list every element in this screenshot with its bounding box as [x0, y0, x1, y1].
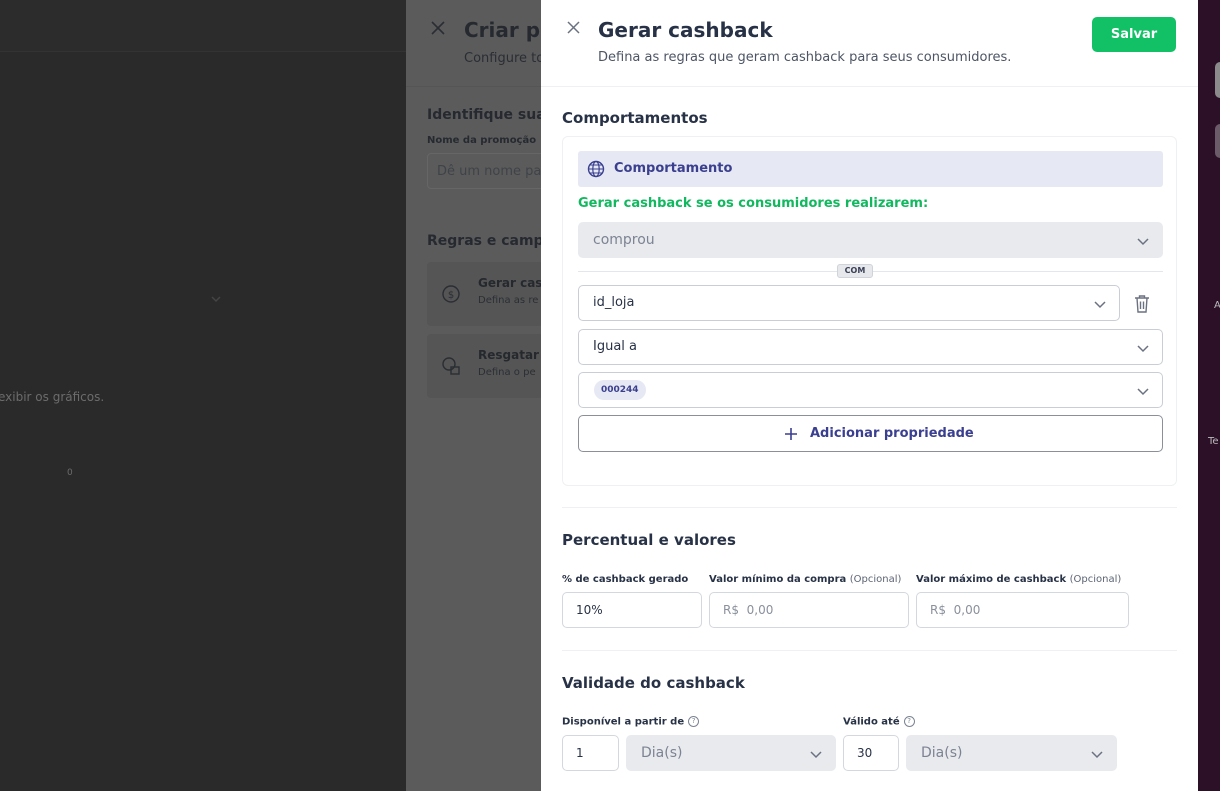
side-panel-text: A [1214, 300, 1220, 311]
max-value-placeholder: 0,00 [953, 603, 981, 617]
property-select-value: id_loja [593, 295, 635, 310]
event-select[interactable]: comprou [578, 222, 1163, 258]
chevron-down-icon [1137, 345, 1149, 353]
section-title-rules: Regras e campa [427, 233, 554, 249]
generate-cashback-drawer: Gerar cashback Defina as regras que gera… [541, 0, 1198, 791]
behavior-header: Comportamento [578, 151, 1163, 187]
valid-until-label: Válido até? [843, 716, 915, 728]
optional-text: (Opcional) [849, 574, 902, 585]
behavior-card: Comportamento Gerar cashback se os consu… [562, 136, 1177, 486]
add-property-button[interactable]: Adicionar propriedade [578, 415, 1163, 452]
valid-until-unit-select[interactable]: Dia(s) [906, 735, 1117, 771]
side-panel-block [1215, 62, 1220, 98]
operator-select[interactable]: Igual a [578, 329, 1163, 365]
section-title-values: Percentual e valores [562, 531, 736, 549]
coins-icon [442, 357, 460, 375]
percent-input[interactable]: 10% [562, 592, 702, 628]
rule-card-title: Resgatar c [478, 348, 551, 362]
optional-text: (Opcional) [1069, 574, 1122, 585]
drawer-subtitle: Configure to [464, 51, 545, 66]
value-tag[interactable]: 000244 [594, 380, 646, 400]
side-panel-block [1215, 124, 1220, 158]
min-value-label-text: Valor mínimo da compra [709, 574, 847, 585]
trigger-label: Gerar cashback se os consumidores realiz… [578, 196, 929, 211]
max-value-label: Valor máximo de cashback (Opcional) [916, 574, 1121, 585]
trash-icon[interactable] [1133, 294, 1151, 314]
rule-card-desc: Defina o pe [478, 367, 536, 378]
chevron-down-icon [1137, 388, 1149, 396]
valid-until-unit-value: Dia(s) [921, 745, 963, 761]
chart-message: exibir os gráficos. [0, 390, 105, 404]
valid-until-label-text: Válido até [843, 716, 900, 728]
operator-select-value: Igual a [593, 339, 638, 354]
drawer-subtitle: Defina as regras que geram cashback para… [598, 50, 1012, 65]
behavior-title: Comportamento [614, 161, 733, 176]
property-select[interactable]: id_loja [578, 285, 1120, 321]
promotion-name-label: Nome da promoção [427, 135, 537, 146]
available-from-unit-value: Dia(s) [641, 745, 683, 761]
background-app: exibir os gráficos. 0 [0, 0, 406, 791]
globe-icon [587, 160, 605, 178]
right-side-panel: A Te [1198, 0, 1220, 791]
chevron-down-icon [810, 751, 822, 759]
min-value-input[interactable]: R$ 0,00 [709, 592, 909, 628]
background-topbar [0, 0, 406, 52]
chevron-down-icon [1091, 751, 1103, 759]
currency-prefix: R$ [723, 603, 739, 617]
help-icon[interactable]: ? [688, 716, 700, 727]
available-from-input[interactable]: 1 [562, 735, 619, 771]
section-title-behaviors: Comportamentos [562, 109, 708, 127]
available-from-unit-select[interactable]: Dia(s) [626, 735, 836, 771]
rule-card-title: Gerar cas [478, 276, 543, 290]
min-value-placeholder: 0,00 [746, 603, 774, 617]
chevron-down-icon [211, 296, 221, 303]
available-from-label-text: Disponível a partir de [562, 716, 685, 728]
save-button[interactable]: Salvar [1092, 17, 1176, 52]
percent-label: % de cashback gerado [562, 574, 689, 585]
svg-text:$: $ [448, 290, 454, 301]
side-panel-text: Te [1208, 436, 1219, 447]
value-select[interactable]: 000244 [578, 372, 1163, 408]
chart-zero-label: 0 [67, 468, 73, 478]
add-property-label: Adicionar propriedade [810, 426, 974, 441]
available-from-label: Disponível a partir de? [562, 716, 700, 728]
close-icon[interactable] [430, 20, 446, 36]
help-icon[interactable]: ? [903, 716, 915, 727]
valid-until-input[interactable]: 30 [843, 735, 899, 771]
max-value-input[interactable]: R$ 0,00 [916, 592, 1129, 628]
section-title-validity: Validade do cashback [562, 674, 745, 692]
dollar-circle-icon: $ [442, 285, 460, 303]
plus-icon [785, 428, 797, 440]
divider [541, 86, 1198, 87]
chevron-down-icon [1094, 301, 1106, 309]
connector-badge: COM [837, 264, 873, 278]
event-select-value: comprou [593, 232, 655, 248]
divider [562, 650, 1177, 651]
drawer-title: Gerar cashback [598, 18, 773, 42]
chevron-down-icon [1137, 238, 1149, 246]
min-value-label: Valor mínimo da compra (Opcional) [709, 574, 901, 585]
max-value-label-text: Valor máximo de cashback [916, 574, 1067, 585]
close-icon[interactable] [566, 20, 581, 35]
currency-prefix: R$ [930, 603, 946, 617]
divider [562, 507, 1177, 508]
rule-card-desc: Defina as re [478, 295, 539, 306]
